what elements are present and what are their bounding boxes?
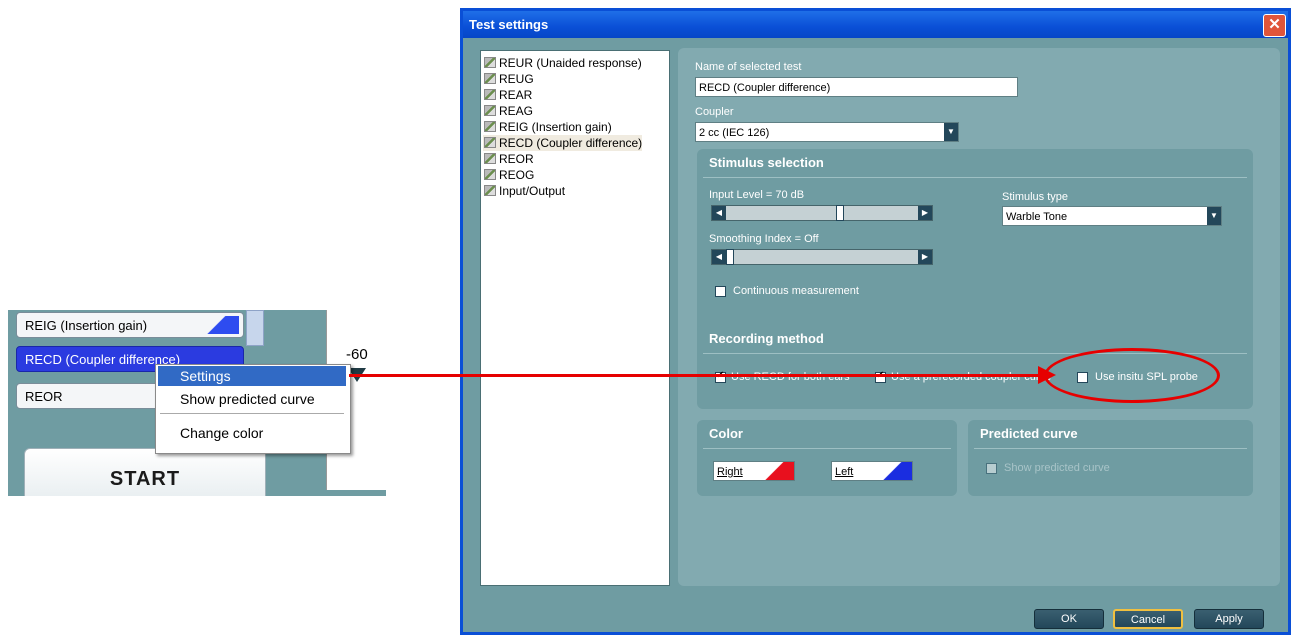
start-button[interactable]: START	[24, 448, 266, 496]
stimulus-type-value: Warble Tone	[1006, 211, 1068, 223]
menu-separator	[160, 413, 344, 414]
use-prerecorded-label: Use a prerecorded coupler curve	[891, 371, 1052, 383]
coupler-value: 2 cc (IEC 126)	[699, 127, 770, 139]
coupler-dropdown[interactable]: 2 cc (IEC 126) ▼	[695, 122, 959, 142]
test-icon	[484, 89, 496, 100]
use-recd-both-ears-label: Use RECD for both ears	[731, 371, 850, 383]
stimulus-type-dropdown[interactable]: Warble Tone ▼	[1002, 206, 1222, 226]
list-scrollbar[interactable]	[246, 310, 264, 346]
group-divider	[703, 177, 1247, 178]
list-item-label: REOR	[25, 389, 63, 404]
continuous-measurement-label: Continuous measurement	[733, 285, 859, 297]
graph-tick-label: -60	[346, 346, 368, 363]
right-color-label: Right	[717, 466, 743, 478]
test-item-selected[interactable]: RECD (Coupler difference)	[483, 135, 643, 151]
test-icon	[484, 105, 496, 116]
apply-button[interactable]: Apply	[1194, 609, 1264, 629]
test-item[interactable]: REOG	[483, 167, 534, 183]
test-item[interactable]: Input/Output	[483, 183, 565, 199]
test-icon	[484, 137, 496, 148]
smoothing-slider[interactable]: ◀ ▶	[711, 249, 933, 265]
list-item-label: REIG (Insertion gain)	[25, 318, 148, 333]
chevron-down-icon: ▼	[944, 123, 958, 141]
test-name-field[interactable]: RECD (Coupler difference)	[695, 77, 1018, 97]
color-wedge	[195, 316, 239, 334]
smoothing-label: Smoothing Index = Off	[709, 233, 819, 245]
left-color-label: Left	[835, 466, 854, 478]
test-icon	[484, 153, 496, 164]
color-group: Color Right Left	[697, 420, 957, 496]
close-icon[interactable]: ✕	[1263, 14, 1286, 37]
group-title: Recording method	[709, 331, 824, 346]
annotation-arrow	[349, 374, 1046, 377]
group-divider	[703, 448, 951, 449]
continuous-measurement-checkbox[interactable]	[715, 286, 726, 297]
dialog-title: Test settings	[469, 17, 549, 32]
left-color-button[interactable]: Left	[831, 461, 913, 481]
left-color-swatch	[872, 462, 912, 480]
dialog-titlebar: Test settings ✕	[463, 11, 1288, 38]
predicted-curve-group: Predicted curve Show predicted curve	[968, 420, 1253, 496]
slider-thumb[interactable]	[836, 205, 845, 221]
slider-left-arrow-icon[interactable]: ◀	[712, 250, 726, 264]
menu-item-settings[interactable]: Settings	[158, 366, 346, 386]
stimulus-type-label: Stimulus type	[1002, 191, 1069, 203]
context-menu: Settings Show predicted curve Change col…	[155, 364, 351, 454]
coupler-label: Coupler	[695, 106, 734, 118]
right-color-swatch	[754, 462, 794, 480]
ok-button[interactable]: OK	[1034, 609, 1104, 629]
test-list: REUR (Unaided response) REUG REAR REAG R…	[480, 50, 670, 586]
test-icon	[484, 73, 496, 84]
annotation-highlight-ellipse	[1044, 348, 1220, 403]
test-item[interactable]: REIG (Insertion gain)	[483, 119, 612, 135]
stimulus-selection-group: Stimulus selection Input Level = 70 dB ◀…	[697, 149, 1253, 341]
show-predicted-curve-label: Show predicted curve	[1004, 462, 1110, 474]
test-item[interactable]: REUG	[483, 71, 534, 87]
test-icon	[484, 169, 496, 180]
group-title: Predicted curve	[980, 426, 1078, 441]
chevron-down-icon: ▼	[1207, 207, 1221, 225]
test-settings-dialog: Test settings ✕ REUR (Unaided response) …	[460, 8, 1291, 635]
test-icon	[484, 185, 496, 196]
show-predicted-curve-checkbox[interactable]	[986, 463, 997, 474]
group-title: Color	[709, 426, 743, 441]
test-item[interactable]: REUR (Unaided response)	[483, 55, 642, 71]
test-item[interactable]: REOR	[483, 151, 534, 167]
test-icon	[484, 57, 496, 68]
input-level-slider[interactable]: ◀ ▶	[711, 205, 933, 221]
settings-panel: Name of selected test RECD (Coupler diff…	[678, 48, 1280, 586]
input-level-label: Input Level = 70 dB	[709, 189, 805, 201]
list-item-reig[interactable]: REIG (Insertion gain)	[16, 312, 244, 338]
test-item[interactable]: REAG	[483, 103, 533, 119]
test-icon	[484, 121, 496, 132]
slider-left-arrow-icon[interactable]: ◀	[712, 206, 726, 220]
group-divider	[974, 448, 1247, 449]
slider-right-arrow-icon[interactable]: ▶	[918, 206, 932, 220]
cancel-button[interactable]: Cancel	[1113, 609, 1183, 629]
menu-item-show-predicted-curve[interactable]: Show predicted curve	[158, 389, 346, 409]
name-label: Name of selected test	[695, 61, 802, 73]
right-color-button[interactable]: Right	[713, 461, 795, 481]
slider-right-arrow-icon[interactable]: ▶	[918, 250, 932, 264]
test-item[interactable]: REAR	[483, 87, 532, 103]
menu-item-change-color[interactable]: Change color	[158, 423, 346, 443]
slider-thumb[interactable]	[726, 249, 734, 265]
group-title: Stimulus selection	[709, 155, 824, 170]
